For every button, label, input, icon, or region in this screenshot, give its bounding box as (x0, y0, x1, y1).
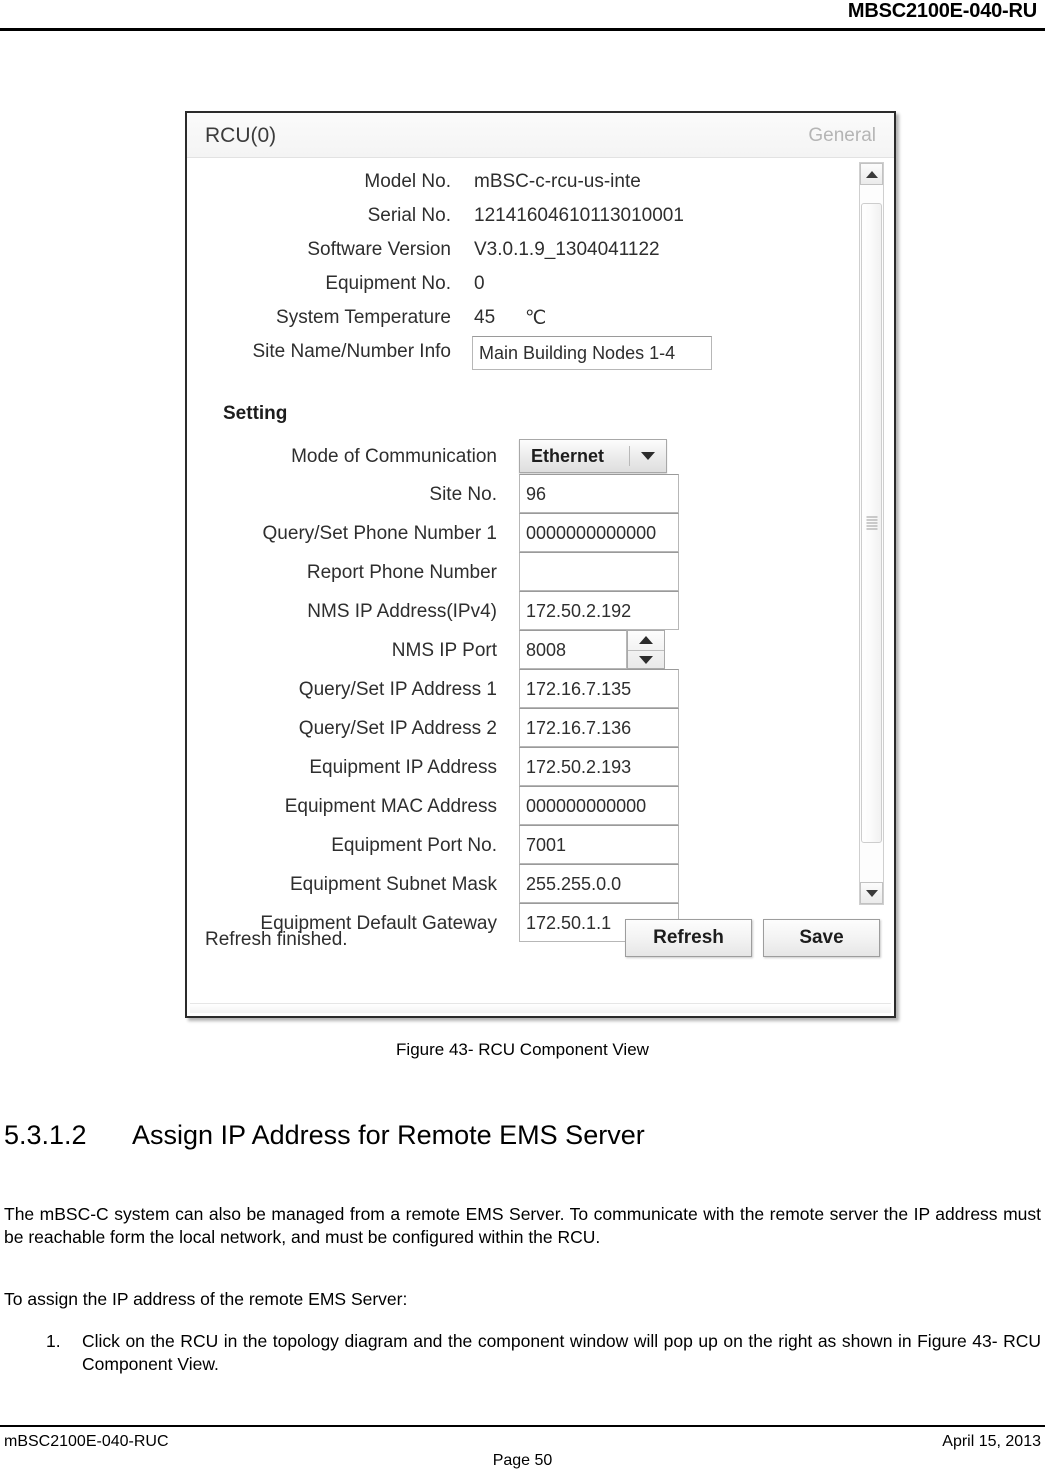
setting-label-query-set-ip-2: Query/Set IP Address 2 (298, 718, 497, 739)
info-row-equipment-no: Equipment No. 0 (187, 273, 877, 304)
setting-label-report-phone-number: Report Phone Number (306, 562, 497, 583)
status-message: Refresh finished. (205, 929, 348, 950)
save-button[interactable]: Save (763, 919, 880, 957)
rcu-panel: RCU(0) General Model No. mBSC-c-rcu-us-i… (185, 111, 896, 1018)
report-phone-number-input[interactable] (519, 552, 679, 591)
footer-divider (0, 1425, 1045, 1427)
panel-scrollbar[interactable] (859, 162, 884, 905)
info-label-model-no: Model No. (364, 171, 451, 192)
mode-of-communication-value: Ethernet (531, 445, 605, 466)
section-number: 5.3.1.2 (4, 1120, 87, 1150)
stepper-down-button[interactable] (628, 649, 664, 670)
equipment-port-no-input[interactable]: 7001 (519, 825, 679, 864)
chevron-down-icon (641, 452, 655, 460)
paragraph-intro: The mBSC-C system can also be managed fr… (4, 1204, 1041, 1247)
triangle-down-icon (865, 889, 878, 897)
figure-caption: Figure 43- RCU Component View (396, 1040, 649, 1059)
info-label-system-temperature: System Temperature (276, 307, 451, 328)
setting-label-nms-ip-port: NMS IP Port (391, 640, 497, 661)
info-label-site-name: Site Name/Number Info (252, 341, 451, 362)
query-set-ip-address-1-input[interactable]: 172.16.7.135 (519, 669, 679, 708)
scrollbar-down-button[interactable] (860, 882, 883, 904)
info-unit-celsius: ℃ (525, 308, 547, 329)
equipment-mac-address-input[interactable]: 000000000000 (519, 786, 679, 825)
panel-title-bar: RCU(0) General (187, 113, 894, 158)
list-item-text: Click on the RCU in the topology diagram… (82, 1331, 1041, 1374)
info-row-software-version: Software Version V3.0.1.9_1304041122 (187, 239, 877, 270)
paragraph-instructions-lead: To assign the IP address of the remote E… (4, 1289, 408, 1309)
setting-label-query-set-phone-1: Query/Set Phone Number 1 (262, 523, 497, 544)
stepper-up-button[interactable] (628, 631, 664, 650)
triangle-up-icon (639, 636, 653, 645)
info-value-equipment-no: 0 (474, 273, 485, 294)
triangle-down-icon (639, 655, 653, 664)
info-value-serial-no: 12141604610113010001 (474, 205, 684, 226)
mode-of-communication-dropdown[interactable]: Ethernet (519, 439, 667, 473)
setting-label-mode-of-communication: Mode of Communication (291, 446, 497, 467)
header-divider (0, 28, 1045, 31)
tab-general[interactable]: General (808, 125, 876, 147)
setting-section-heading: Setting (223, 403, 288, 424)
nms-ip-address-input[interactable]: 172.50.2.192 (519, 591, 679, 630)
info-value-software-version: V3.0.1.9_1304041122 (474, 239, 660, 260)
footer-date: April 15, 2013 (942, 1433, 1041, 1450)
equipment-ip-address-input[interactable]: 172.50.2.193 (519, 747, 679, 786)
setting-label-equipment-port-no: Equipment Port No. (331, 835, 497, 856)
document-header-title: MBSC2100E-040-RU (847, 0, 1037, 22)
nms-ip-port-stepper[interactable] (627, 630, 665, 669)
nms-ip-port-input[interactable]: 8008 (519, 630, 627, 669)
footer-document-id: mBSC2100E-040-RUC (4, 1433, 169, 1450)
info-row-system-temperature: System Temperature 45 ℃ (187, 307, 877, 338)
panel-bottom-strip (190, 1003, 891, 1013)
section-title: Assign IP Address for Remote EMS Server (132, 1120, 645, 1150)
rcu-component-window: RCU(0) General Model No. mBSC-c-rcu-us-i… (185, 111, 900, 1022)
info-value-model-no: mBSC-c-rcu-us-inte (474, 171, 641, 192)
footer-page-number: Page 50 (492, 1452, 553, 1469)
site-name-input[interactable]: Main Building Nodes 1-4 (472, 336, 712, 370)
info-label-software-version: Software Version (307, 239, 451, 260)
query-set-phone-number-1-input[interactable]: 0000000000000 (519, 513, 679, 552)
equipment-subnet-mask-input[interactable]: 255.255.0.0 (519, 864, 679, 903)
info-label-equipment-no: Equipment No. (325, 273, 451, 294)
panel-title: RCU(0) (205, 124, 277, 147)
info-row-model-no: Model No. mBSC-c-rcu-us-inte (187, 171, 877, 202)
grip-lines-icon (866, 516, 877, 530)
setting-label-nms-ip-address: NMS IP Address(IPv4) (307, 601, 497, 622)
triangle-up-icon (865, 170, 878, 178)
list-item: 1. Click on the RCU in the topology diag… (4, 1330, 1041, 1376)
info-label-serial-no: Serial No. (367, 205, 451, 226)
setting-label-equipment-mac-address: Equipment MAC Address (284, 796, 497, 817)
document-header: MBSC2100E-040-RU (0, 0, 1045, 31)
scrollbar-thumb[interactable] (861, 203, 882, 843)
setting-label-site-no: Site No. (429, 484, 497, 505)
info-row-serial-no: Serial No. 12141604610113010001 (187, 205, 877, 236)
scrollbar-up-button[interactable] (860, 163, 883, 185)
setting-label-equipment-ip-address: Equipment IP Address (309, 757, 497, 778)
setting-label-equipment-subnet-mask: Equipment Subnet Mask (289, 874, 497, 895)
info-value-system-temperature: 45 (474, 307, 496, 328)
section-heading: 5.3.1.2 Assign IP Address for Remote EMS … (4, 1120, 645, 1151)
setting-label-query-set-ip-1: Query/Set IP Address 1 (298, 679, 497, 700)
dropdown-separator (629, 446, 630, 466)
site-no-input[interactable]: 96 (519, 474, 679, 513)
refresh-button[interactable]: Refresh (625, 919, 752, 957)
query-set-ip-address-2-input[interactable]: 172.16.7.136 (519, 708, 679, 747)
list-item-number: 1. (46, 1331, 61, 1351)
